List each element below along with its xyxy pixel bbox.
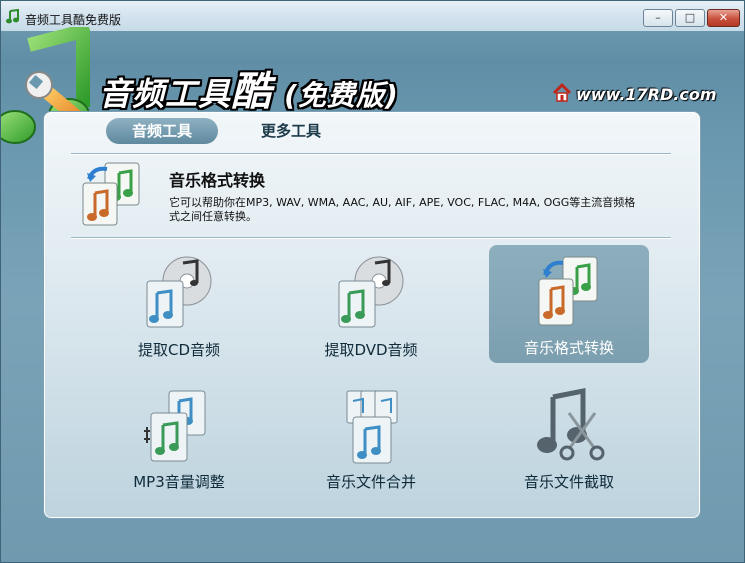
cut-music-icon: [537, 387, 605, 461]
tool-format-convert[interactable]: 音乐格式转换: [489, 245, 649, 363]
close-icon: ✕: [718, 11, 729, 24]
window-title: 音频工具酷免费版: [25, 13, 122, 27]
divider: [71, 153, 671, 155]
tool-label: 音乐格式转换: [523, 339, 614, 357]
app-title-big: 酷: [231, 69, 273, 115]
app-title-sub: (免费版): [284, 79, 399, 112]
format-convert-icon: [538, 256, 598, 326]
feature-description: 它可以帮助你在MP3, WAV, WMA, AAC, AU, AIF, APE,…: [169, 196, 636, 223]
divider: [71, 237, 671, 239]
home-icon[interactable]: [552, 83, 572, 103]
cd-music-icon: [146, 256, 212, 328]
feature-title: 音乐格式转换: [169, 171, 266, 190]
tab-audio-tools[interactable]: 音频工具: [106, 118, 218, 144]
title-bar[interactable]: 音频工具酷免费版 – □ ✕: [1, 1, 744, 31]
dvd-music-icon: [338, 256, 404, 328]
tool-label: 音乐文件截取: [523, 473, 614, 491]
app-title-main: 音频工具: [99, 75, 232, 113]
volume-adjust-icon: [144, 390, 206, 462]
tool-cut-music[interactable]: 音乐文件截取: [489, 385, 649, 503]
tool-label: 提取CD音频: [137, 341, 221, 359]
tool-merge-files[interactable]: 音乐文件合并: [291, 385, 451, 503]
close-button[interactable]: ✕: [707, 9, 740, 27]
app-window: 音频工具酷免费版 – □ ✕ 音频工具酷 (免费版) www.17RD.com …: [0, 0, 745, 563]
tool-extract-cd[interactable]: 提取CD音频: [99, 247, 259, 365]
tool-label: MP3音量调整: [133, 473, 225, 491]
minimize-icon: –: [655, 11, 661, 24]
website-link[interactable]: www.17RD.com: [576, 85, 717, 104]
merge-files-icon: [346, 390, 398, 464]
format-convert-icon: [82, 162, 140, 226]
tab-more-tools[interactable]: 更多工具: [241, 118, 341, 144]
app-title: 音频工具酷 (免费版): [99, 59, 399, 117]
tool-label: 音乐文件合并: [325, 473, 416, 491]
tool-mp3-volume[interactable]: MP3音量调整: [99, 385, 259, 503]
minimize-button[interactable]: –: [643, 9, 673, 27]
maximize-button[interactable]: □: [675, 9, 705, 27]
tool-extract-dvd[interactable]: 提取DVD音频: [291, 247, 451, 365]
tool-label: 提取DVD音频: [324, 341, 418, 359]
app-music-icon: [6, 9, 19, 24]
maximize-icon: □: [684, 11, 696, 24]
